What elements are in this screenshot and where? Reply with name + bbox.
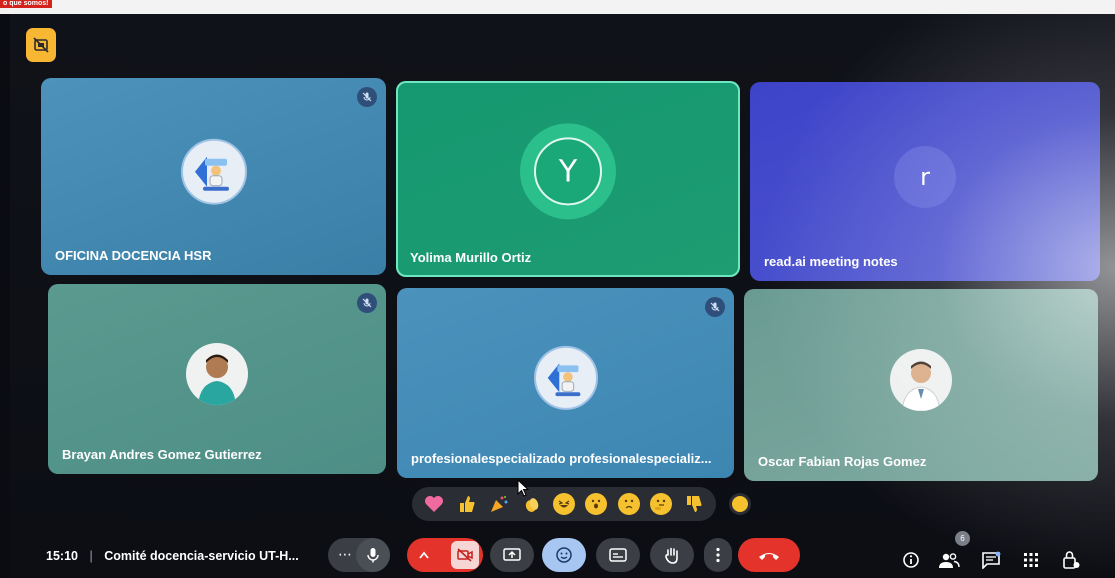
surprised-reaction-button[interactable] (585, 493, 608, 515)
info-icon (903, 552, 919, 568)
reaction-picker (412, 487, 716, 521)
more-options-left-button[interactable]: ⋯ (328, 538, 390, 572)
apps-grid-icon (1024, 553, 1038, 567)
people-icon (939, 553, 960, 568)
microphone-icon (367, 548, 379, 563)
participant-tile-oscar[interactable]: Oscar Fabian Rojas Gomez (744, 289, 1098, 481)
activities-button[interactable] (1020, 549, 1042, 571)
meeting-details-button[interactable] (900, 549, 922, 571)
party-popper-reaction-button[interactable] (488, 493, 510, 515)
participant-name: OFICINA DOCENCIA HSR (55, 248, 212, 263)
present-screen-button[interactable] (490, 538, 534, 572)
mic-off-icon (357, 87, 377, 107)
avatar: Y (520, 123, 616, 220)
raise-hand-icon (665, 547, 678, 564)
captions-button[interactable] (596, 538, 640, 572)
avatar-initial: Y (534, 137, 602, 206)
hang-up-icon (759, 553, 779, 560)
corner-banner: o que somos! (0, 0, 52, 8)
raise-hand-button[interactable] (650, 538, 694, 572)
mic-off-icon (705, 297, 725, 317)
people-count-badge: 6 (955, 531, 970, 546)
clock-time: 15:10 (46, 549, 78, 563)
captions-icon (609, 548, 627, 562)
leave-call-button[interactable] (738, 538, 800, 572)
participant-name: profesionalespecializado profesionalespe… (411, 451, 712, 466)
host-controls-button[interactable] (1060, 549, 1082, 571)
participant-tile-yolima[interactable]: Y Yolima Murillo Ortiz (396, 81, 740, 277)
people-button[interactable] (938, 549, 960, 571)
sad-reaction-button[interactable] (617, 493, 640, 515)
meet-screen: OFICINA DOCENCIA HSR Y Yolima Murillo Or… (10, 14, 1115, 578)
participant-name: Yolima Murillo Ortiz (410, 250, 532, 265)
heart-reaction-button[interactable] (423, 493, 445, 515)
ellipsis-icon: ⋯ (338, 547, 353, 563)
hide-self-view-button[interactable] (26, 28, 56, 62)
chat-button[interactable] (980, 549, 1002, 571)
avatar-photo (186, 343, 248, 406)
participant-tile-oficina[interactable]: OFICINA DOCENCIA HSR (41, 78, 386, 275)
smiley-icon (556, 547, 572, 563)
skin-tone-swatch (732, 496, 748, 512)
skin-tone-button[interactable] (729, 493, 751, 515)
lock-person-icon (1063, 551, 1080, 569)
mic-off-icon (357, 293, 377, 313)
meeting-title[interactable]: Comité docencia-servicio UT-H... (104, 549, 299, 563)
more-options-button[interactable] (704, 538, 732, 572)
avatar-photo (890, 349, 952, 412)
reactions-button[interactable] (542, 538, 586, 572)
avatar (533, 345, 598, 410)
laughing-reaction-button[interactable] (552, 493, 575, 515)
microphone-button[interactable] (356, 538, 390, 572)
camera-off-icon (457, 548, 473, 562)
participant-name: Brayan Andres Gomez Gutierrez (62, 447, 262, 462)
more-vert-icon (716, 547, 720, 563)
chevron-up-icon (419, 551, 429, 559)
participant-name: Oscar Fabian Rojas Gomez (758, 454, 927, 469)
participant-tile-profesional[interactable]: profesionalespecializado profesionalespe… (397, 288, 734, 478)
camera-options-button[interactable] (407, 538, 441, 572)
hide-tile-icon (33, 37, 49, 53)
thinking-reaction-button[interactable] (650, 493, 673, 515)
chat-icon (982, 551, 1001, 569)
outer-frame (0, 0, 1115, 14)
participant-tile-brayan[interactable]: Brayan Andres Gomez Gutierrez (48, 284, 386, 474)
participant-name: read.ai meeting notes (764, 254, 898, 269)
camera-group (407, 538, 483, 572)
present-screen-icon (503, 548, 521, 561)
camera-off-button[interactable] (451, 541, 479, 569)
mouse-cursor-icon (517, 479, 529, 497)
avatar (180, 138, 247, 205)
separator: | (89, 549, 93, 563)
thumbs-up-reaction-button[interactable] (456, 493, 478, 515)
bottom-control-bar: 15:10 | Comité docencia-servicio UT-H...… (10, 529, 1115, 578)
thumbs-down-reaction-button[interactable] (683, 493, 705, 515)
participant-tile-readai[interactable]: r read.ai meeting notes (750, 82, 1100, 281)
avatar: r (894, 145, 956, 208)
meeting-info: 15:10 | Comité docencia-servicio UT-H... (46, 549, 299, 563)
